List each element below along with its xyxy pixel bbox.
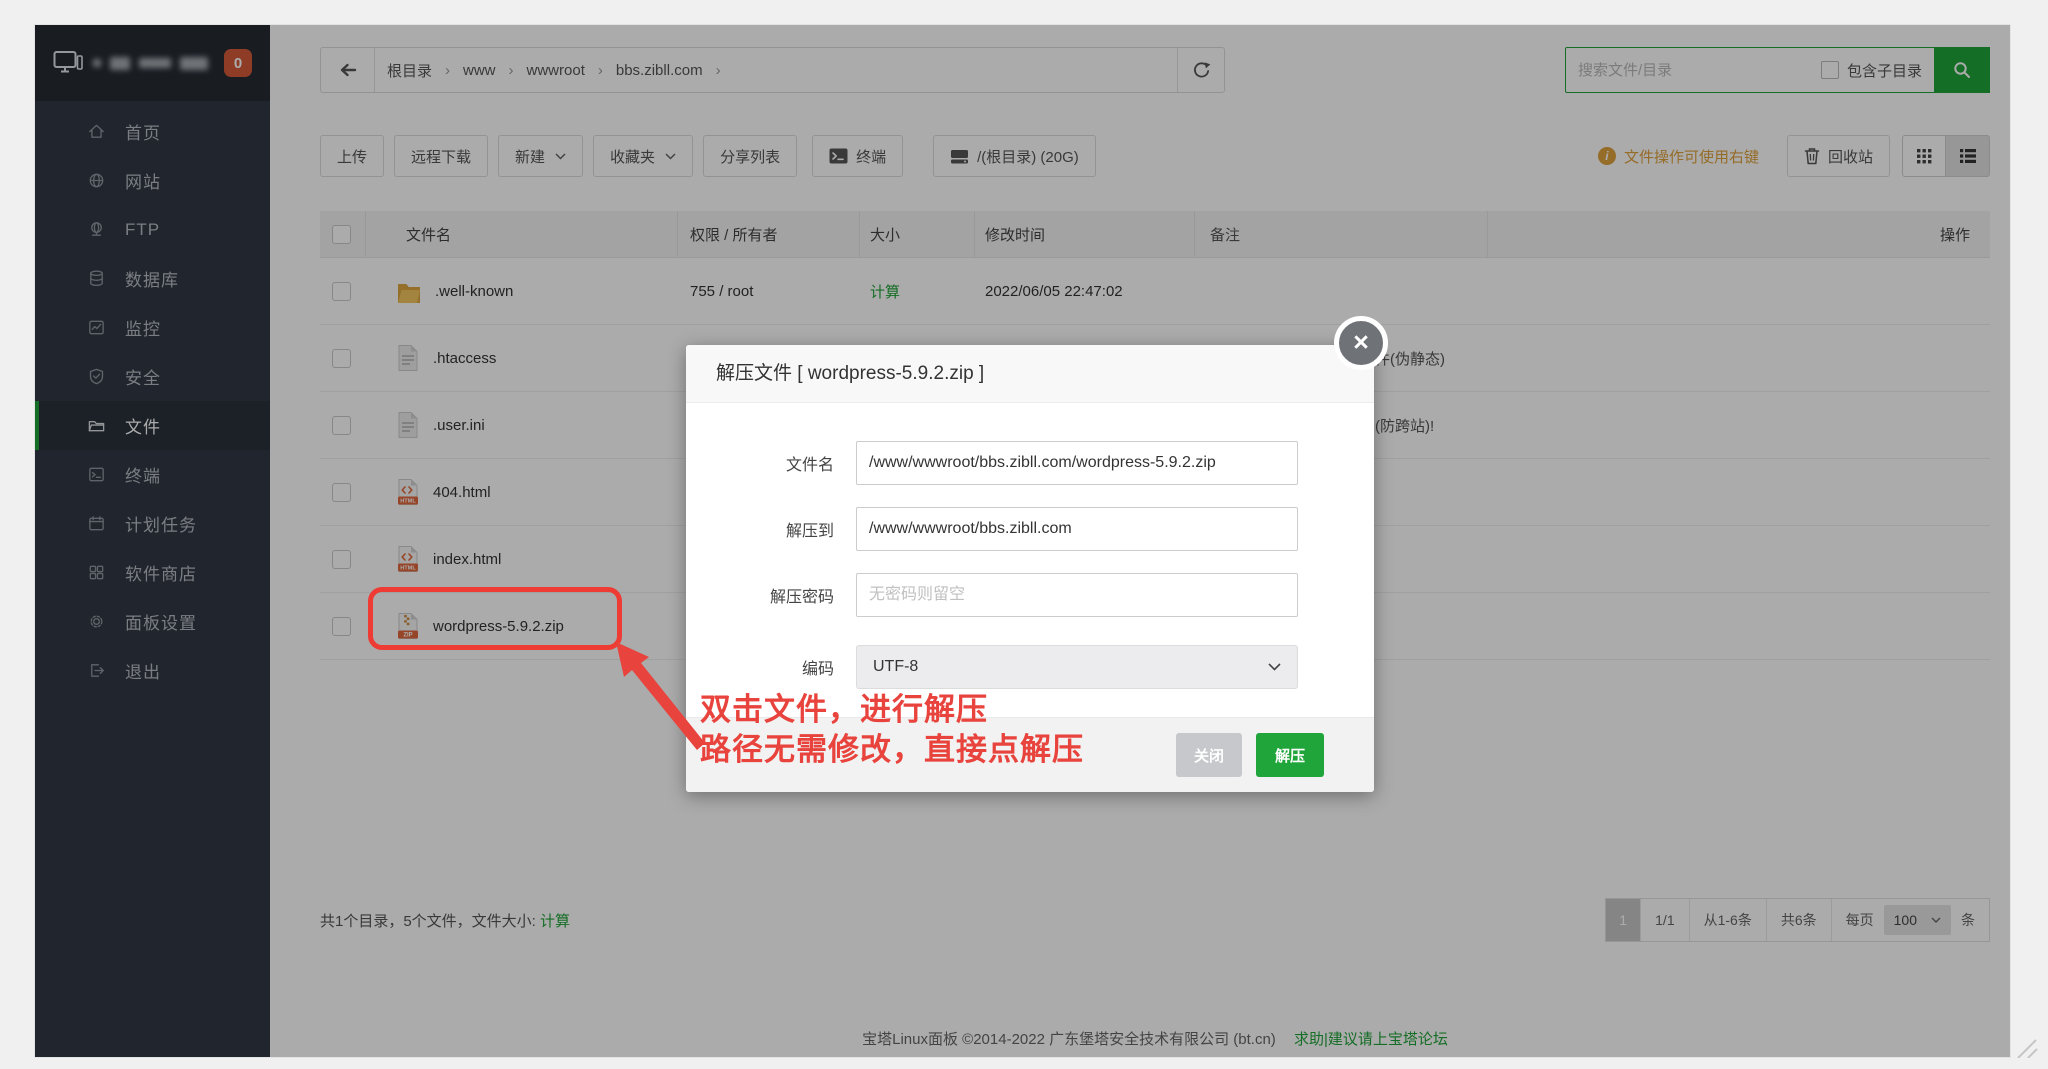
extract-to-label: 解压到 — [716, 517, 834, 541]
encoding-label: 编码 — [716, 655, 834, 679]
close-button[interactable]: 关闭 — [1176, 733, 1242, 777]
annotation-line2: 路径无需修改，直接点解压 — [700, 730, 1084, 770]
filename-label: 文件名 — [716, 451, 834, 475]
annotation-arrow — [596, 628, 716, 754]
encoding-value: UTF-8 — [873, 658, 918, 676]
dialog-body: 文件名 解压到 解压密码 编码 UTF-8 — [686, 403, 1374, 689]
annotation-text: 双击文件，进行解压 路径无需修改，直接点解压 — [700, 690, 1084, 770]
extract-button[interactable]: 解压 — [1256, 733, 1324, 777]
password-input[interactable] — [856, 573, 1298, 617]
window-frame: 0 首页 网站 FTP 数据库 监控 — [0, 0, 2048, 1069]
resize-grip[interactable] — [2012, 1036, 2038, 1058]
filename-input[interactable] — [856, 441, 1298, 485]
annotation-line1: 双击文件，进行解压 — [700, 690, 1084, 730]
dialog-title: 解压文件 [ wordpress-5.9.2.zip ] — [686, 345, 1374, 403]
extract-to-input[interactable] — [856, 507, 1298, 551]
password-label: 解压密码 — [716, 583, 834, 607]
annotation-highlight-box — [368, 587, 622, 650]
chevron-down-icon — [1268, 663, 1281, 671]
encoding-select[interactable]: UTF-8 — [856, 645, 1298, 689]
dialog-close-icon[interactable]: × — [1334, 316, 1388, 370]
